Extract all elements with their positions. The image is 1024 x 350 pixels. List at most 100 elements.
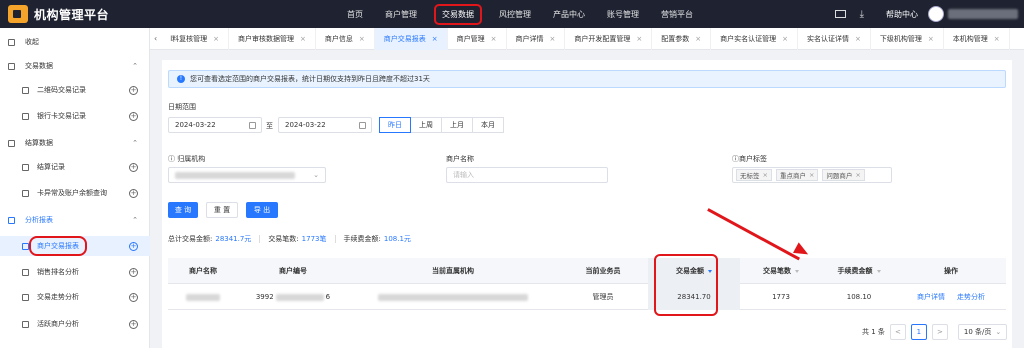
sidebar-collapse[interactable]: 收起	[0, 33, 150, 51]
query-button[interactable]: 查 询	[168, 202, 198, 218]
col-count[interactable]: 交易笔数	[740, 258, 822, 284]
record-icon	[22, 293, 29, 301]
help-icon: ⓘ	[168, 155, 175, 163]
date-to-input[interactable]: 2024-03-22	[278, 117, 372, 133]
merchant-detail-link[interactable]: 商户详情	[917, 292, 945, 302]
topnav-marketing[interactable]: 营销平台	[661, 9, 693, 20]
sidebar-item-settlement-records[interactable]: 结算记录 +	[0, 158, 150, 176]
add-circle-icon[interactable]: +	[129, 111, 138, 121]
count-value: 1773笔	[301, 235, 327, 243]
close-icon[interactable]: ×	[782, 35, 788, 43]
chevron-up-icon: ⌃	[132, 216, 138, 224]
add-circle-icon[interactable]: +	[129, 292, 138, 302]
sidebar-item-trend[interactable]: 交易走势分析 +	[0, 288, 150, 306]
date-from-input[interactable]: 2024-03-22	[168, 117, 262, 133]
sidebar-item-active-merchants[interactable]: 活跃商户分析 +	[0, 315, 150, 333]
chevron-down-icon: ⌄	[995, 328, 1002, 336]
help-center-link[interactable]: 帮助中心	[886, 9, 918, 20]
quick-last-month-button[interactable]: 上月	[441, 117, 473, 133]
tab[interactable]: 商户信息 ×	[316, 27, 375, 50]
tab[interactable]: 商户管理 ×	[448, 27, 507, 50]
quick-this-month-button[interactable]: 本月	[472, 117, 504, 133]
merchant-tag-select[interactable]: 无标签 × 重点商户 × 问题商户 ×	[732, 167, 892, 183]
close-icon[interactable]: ×	[763, 171, 768, 179]
close-icon[interactable]: ×	[809, 171, 814, 179]
merchant-name-input[interactable]: 请输入	[446, 167, 608, 183]
sidebar-item-qr-records[interactable]: 二维码交易记录 +	[0, 81, 150, 99]
download-icon[interactable]: ⤓	[860, 9, 864, 20]
sidebar-item-sales-ranking[interactable]: 销售排名分析 +	[0, 263, 150, 281]
user-name-redacted[interactable]	[948, 9, 1018, 19]
calendar-icon	[359, 122, 366, 129]
pager-prev-button[interactable]: <	[889, 324, 906, 340]
mail-icon[interactable]	[834, 10, 846, 18]
add-circle-icon[interactable]: +	[129, 267, 138, 277]
tab-active[interactable]: 商户交易报表 ×	[374, 27, 448, 50]
pager-page-1[interactable]: 1	[910, 324, 927, 340]
quick-last-week-button[interactable]: 上周	[410, 117, 442, 133]
merchant-no-end: 6	[325, 293, 331, 301]
sidebar-item-card-exception[interactable]: 卡异常及账户余额查询 +	[0, 184, 150, 202]
sort-icon	[876, 269, 881, 273]
org-label: ⓘ 归属机构	[168, 154, 205, 164]
sidebar-group-settlement[interactable]: 结算数据 ⌃	[0, 134, 150, 152]
tab[interactable]: 下级机构管理 ×	[871, 27, 944, 50]
pager-total: 共 1 条	[862, 328, 885, 336]
close-icon[interactable]: ×	[491, 35, 497, 43]
tab[interactable]: 商户审核数据管理 ×	[229, 27, 316, 50]
close-icon[interactable]: ×	[359, 35, 365, 43]
sidebar-group-transaction[interactable]: 交易数据 ⌃	[0, 57, 150, 75]
close-icon[interactable]: ×	[300, 35, 306, 43]
document-icon	[8, 216, 15, 224]
annotation-highlight-box	[654, 254, 718, 316]
tab[interactable]: 配置参数 ×	[652, 27, 712, 50]
org-select[interactable]: ⌄	[168, 167, 326, 183]
tab[interactable]: 商户开发配置管理 ×	[565, 27, 653, 50]
close-icon[interactable]: ×	[636, 35, 642, 43]
trend-analysis-link[interactable]: 走势分析	[957, 292, 985, 302]
tab[interactable]: l料复核管理 ×	[161, 27, 230, 50]
pager-next-button[interactable]: >	[931, 324, 948, 340]
merchant-tag-label-text: 商户标签	[739, 155, 767, 163]
reset-button[interactable]: 重 置	[206, 202, 238, 218]
topnav-transaction-data[interactable]: 交易数据	[434, 3, 482, 25]
tab[interactable]: 商户详情 ×	[507, 27, 566, 50]
add-circle-icon[interactable]: +	[129, 241, 138, 251]
topnav-home[interactable]: 首页	[347, 9, 363, 20]
close-icon[interactable]: ×	[928, 35, 934, 43]
record-icon	[22, 268, 29, 276]
chevron-left-icon[interactable]: ‹	[150, 34, 161, 43]
close-icon[interactable]: ×	[695, 35, 701, 43]
close-icon[interactable]: ×	[213, 35, 219, 43]
tab[interactable]: 商户实名认证管理 ×	[711, 27, 799, 50]
add-circle-icon[interactable]: +	[129, 188, 138, 198]
tab[interactable]: 本机构管理 ×	[944, 27, 1010, 50]
add-circle-icon[interactable]: +	[129, 319, 138, 329]
page-size-select[interactable]: 10 条/页 ⌄	[957, 324, 1008, 340]
sidebar-group-analysis[interactable]: 分析报表 ⌃	[0, 211, 150, 229]
close-icon[interactable]: ×	[855, 35, 861, 43]
topnav-product[interactable]: 产品中心	[553, 9, 585, 20]
tab-bar: ‹ l料复核管理 × 商户审核数据管理 × 商户信息 × 商户交易报表 × 商户管理 × …	[150, 27, 1024, 50]
close-icon[interactable]: ×	[994, 35, 1000, 43]
sidebar-item-card-records[interactable]: 银行卡交易记录 +	[0, 107, 150, 125]
topnav-merchant[interactable]: 商户管理	[385, 9, 417, 20]
add-circle-icon[interactable]: +	[129, 162, 138, 172]
divider	[259, 235, 261, 243]
col-fee-label: 手续费金额	[837, 267, 873, 275]
report-card: ! 您可查看选定范围的商户交易报表，统计日期仅支持到昨日且跨度不超过31天 日期…	[162, 60, 1012, 350]
add-circle-icon[interactable]: +	[129, 85, 138, 95]
topnav-account[interactable]: 账号管理	[607, 9, 639, 20]
col-salesperson: 当前业务员	[585, 267, 621, 275]
close-icon[interactable]: ×	[432, 35, 438, 43]
sidebar-item-merchant-report[interactable]: 商户交易报表 +	[0, 236, 150, 256]
tab[interactable]: 实名认证详情 ×	[798, 27, 871, 50]
close-icon[interactable]: ×	[855, 171, 860, 179]
close-icon[interactable]: ×	[550, 35, 556, 43]
export-button[interactable]: 导 出	[246, 202, 278, 218]
table-row: 3992 6 管理员 28341.70 1773 108.10 商户详情 走势分析	[168, 284, 1006, 310]
avatar[interactable]	[928, 6, 944, 22]
col-fee[interactable]: 手续费金额	[822, 258, 896, 284]
topnav-risk[interactable]: 风控管理	[499, 9, 531, 20]
quick-yesterday-button[interactable]: 昨日	[379, 117, 411, 133]
